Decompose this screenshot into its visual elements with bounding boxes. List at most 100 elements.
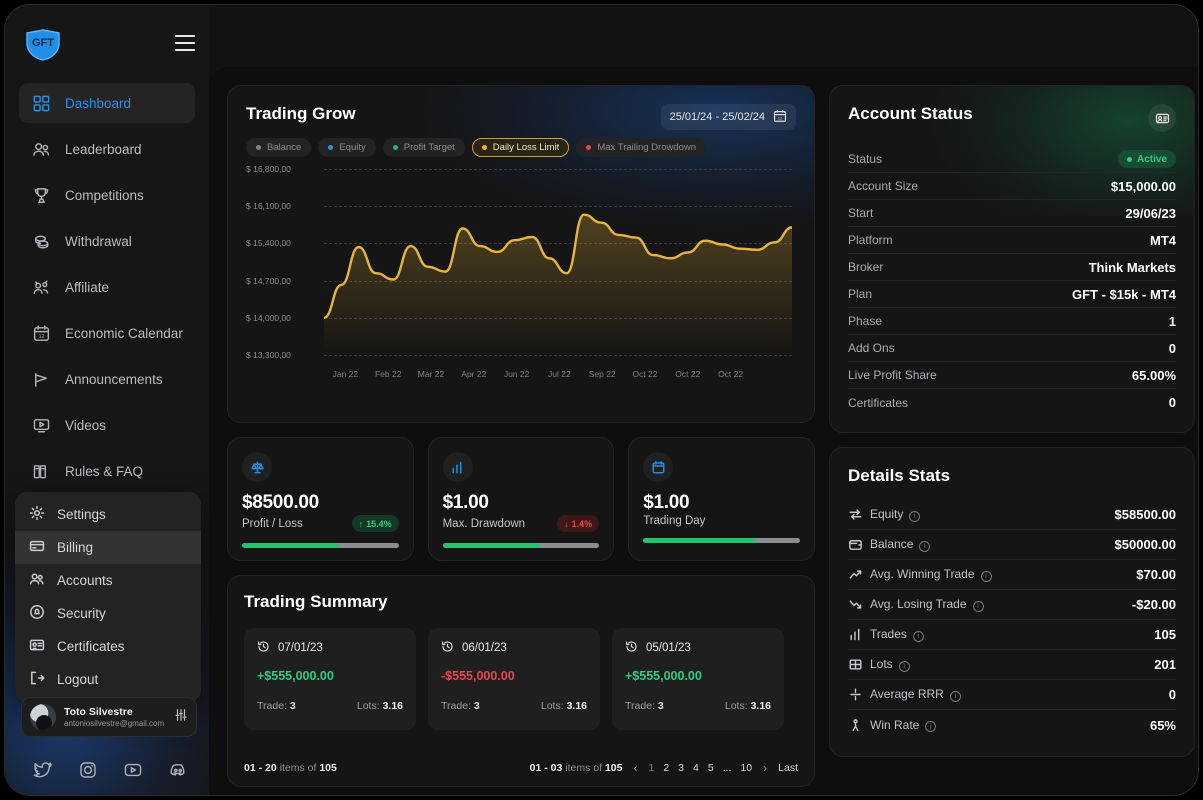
chart-y-tick-label: $ 13,300,00 (246, 350, 291, 360)
trade-label: Trade: (441, 700, 471, 712)
info-icon[interactable]: i (909, 510, 921, 522)
sidebar-item-dashboard[interactable]: Dashboard (19, 83, 195, 123)
info-icon[interactable]: i (980, 570, 992, 582)
account-status-row: Account Size $15,000.00 (848, 173, 1176, 200)
kpi-cards: $8500.00 Profit / Loss ↑ 15.4% $1.00 Max… (227, 437, 815, 561)
row-key: Avg. Losing Trade i (870, 597, 984, 612)
main-content: Trading Grow 25/01/24 - 25/02/24 12 Bala… (209, 67, 1198, 795)
legend-label: Daily Loss Limit (492, 142, 560, 153)
summary-lots: Lots: 3.16 (357, 700, 403, 712)
details-stats-title: Details Stats (848, 466, 951, 485)
brand-logo-icon[interactable]: GFT (25, 29, 61, 61)
stat-card-trading-day: $1.00 Trading Day (628, 437, 815, 561)
youtube-icon[interactable] (123, 760, 143, 780)
row-value: Think Markets (1088, 259, 1176, 275)
status-label: Active (1136, 153, 1167, 165)
badge-value: 1.4% (571, 518, 593, 529)
id-card-icon[interactable] (1148, 104, 1176, 132)
menu-item-certificates[interactable]: Certificates (15, 630, 201, 663)
sidebar-item-leaderboard[interactable]: Leaderboard (19, 129, 195, 169)
pagination-left-summary: 01 - 20 items of 105 (244, 762, 337, 774)
sidebar-item-announcements[interactable]: Announcements (19, 359, 195, 399)
social-links (33, 760, 188, 780)
details-stats-row: Win Rate i 65% (848, 710, 1176, 740)
status-badge: ↓ 1.4% (557, 515, 600, 532)
sidebar-item-affiliate[interactable]: Affiliate (19, 267, 195, 307)
legend-dot (586, 145, 592, 150)
sidebar-item-withdrawal[interactable]: Withdrawal (19, 221, 195, 261)
menu-item-security[interactable]: Security (15, 597, 201, 630)
info-icon[interactable]: i (919, 540, 931, 552)
info-icon[interactable]: i (925, 721, 937, 733)
stat-value: $1.00 (442, 492, 489, 513)
legend-chip-balance[interactable]: Balance (246, 138, 312, 157)
hamburger-menu-icon[interactable] (175, 35, 195, 51)
pagination-page-10[interactable]: 10 (740, 762, 752, 774)
grid-icon (31, 93, 51, 113)
pagination-page-2[interactable]: 2 (663, 762, 669, 774)
menu-item-logout[interactable]: Logout (15, 663, 201, 696)
grid-table-icon (848, 657, 870, 672)
chart-x-tick-label: Apr 22 (461, 369, 487, 379)
row-value: 0 (1168, 395, 1176, 410)
left-range: 01 - 20 (244, 762, 277, 774)
pagination-last-button[interactable]: Last (778, 762, 798, 774)
sidebar-item-competitions[interactable]: Competitions (19, 175, 195, 215)
row-value: 65.00% (1131, 367, 1176, 383)
summary-item[interactable]: 07/01/23 +$555,000.00 Trade: 3 Lots: 3.1… (244, 628, 416, 730)
pagination-page-3[interactable]: 3 (678, 762, 684, 774)
legend-chip-daily-loss-limit[interactable]: Daily Loss Limit (471, 138, 570, 157)
legend-chip-equity[interactable]: Equity (318, 138, 376, 157)
sliders-icon[interactable] (174, 708, 188, 727)
pagination-right-summary: 01 - 03 items of 105 (530, 762, 623, 774)
scales-icon (242, 452, 272, 482)
summary-trade: Trade: 3 (441, 700, 480, 712)
row-key: Broker (848, 260, 884, 274)
sidebar-item-rules-faq[interactable]: Rules & FAQ (19, 451, 195, 491)
sidebar-item-videos[interactable]: Videos (19, 405, 195, 445)
stat-card-max-drawdown: $1.00 Max. Drawdown ↓ 1.4% (427, 437, 615, 561)
pagination-prev-button[interactable]: ‹ (633, 761, 637, 775)
info-icon[interactable]: i (898, 660, 910, 672)
gear-icon (29, 505, 45, 524)
legend-chip-profit-target[interactable]: Profit Target (382, 138, 465, 157)
info-icon[interactable]: i (912, 630, 924, 642)
info-icon[interactable]: i (972, 600, 984, 612)
pagination-page-5[interactable]: 5 (708, 762, 714, 774)
lots-label: Lots: (540, 700, 564, 712)
date-range-picker[interactable]: 25/01/24 - 25/02/24 12 (660, 104, 796, 130)
twitter-icon[interactable] (33, 760, 53, 780)
megaphone-icon (31, 369, 51, 389)
trade-value: 3 (657, 700, 664, 712)
details-stats-row: Average RRR i 0 (848, 680, 1176, 710)
account-status-rows: Status Active Account Size $15,000.00 Start 2… (848, 146, 1176, 416)
summary-item[interactable]: 05/01/23 +$555,000.00 Trade: 3 Lots: 3.1… (612, 628, 784, 730)
info-icon[interactable]: i (949, 690, 961, 702)
row-key: Avg. Winning Trade i (870, 567, 992, 582)
sidebar-item-label: Leaderboard (65, 141, 142, 157)
menu-item-accounts[interactable]: Accounts (15, 564, 201, 597)
pagination-page-1[interactable]: 1 (648, 762, 654, 774)
account-status-row: Add Ons 0 (848, 335, 1176, 362)
menu-item-billing[interactable]: Billing (15, 531, 201, 564)
chart-plot: $ 16,800,00 $ 16,100,00 $ 15,400,00 $ 14,70… (246, 164, 796, 379)
pagination-page-4[interactable]: 4 (693, 762, 699, 774)
sidebar-item-economic-calendar[interactable]: 12 Economic Calendar (19, 313, 195, 353)
discord-icon[interactable] (168, 760, 188, 780)
legend-chip-max-trailing-drawdown[interactable]: Max Trailing Drowdown (576, 138, 707, 157)
lots-value: 3.16 (750, 700, 771, 712)
pagination-next-button[interactable]: › (763, 761, 767, 775)
row-key: Add Ons (848, 341, 895, 355)
chart-series-area (324, 169, 792, 355)
row-value: 29/06/23 (1125, 205, 1176, 221)
user-profile-card[interactable]: Toto Silvestre antoniosilvestre@gmail.co… (21, 697, 197, 737)
row-key: Win Rate i (870, 718, 937, 733)
row-key: Equity i (870, 507, 921, 522)
menu-item-settings[interactable]: Settings (15, 498, 201, 531)
clock-icon (441, 640, 454, 656)
instagram-icon[interactable] (78, 760, 98, 780)
account-status-row: Certificates 0 (848, 389, 1176, 416)
legend-label: Equity (339, 142, 366, 153)
trading-grow-card: Trading Grow 25/01/24 - 25/02/24 12 Bala… (227, 85, 815, 423)
summary-item[interactable]: 06/01/23 -$555,000.00 Trade: 3 Lots: 3.1… (428, 628, 600, 730)
